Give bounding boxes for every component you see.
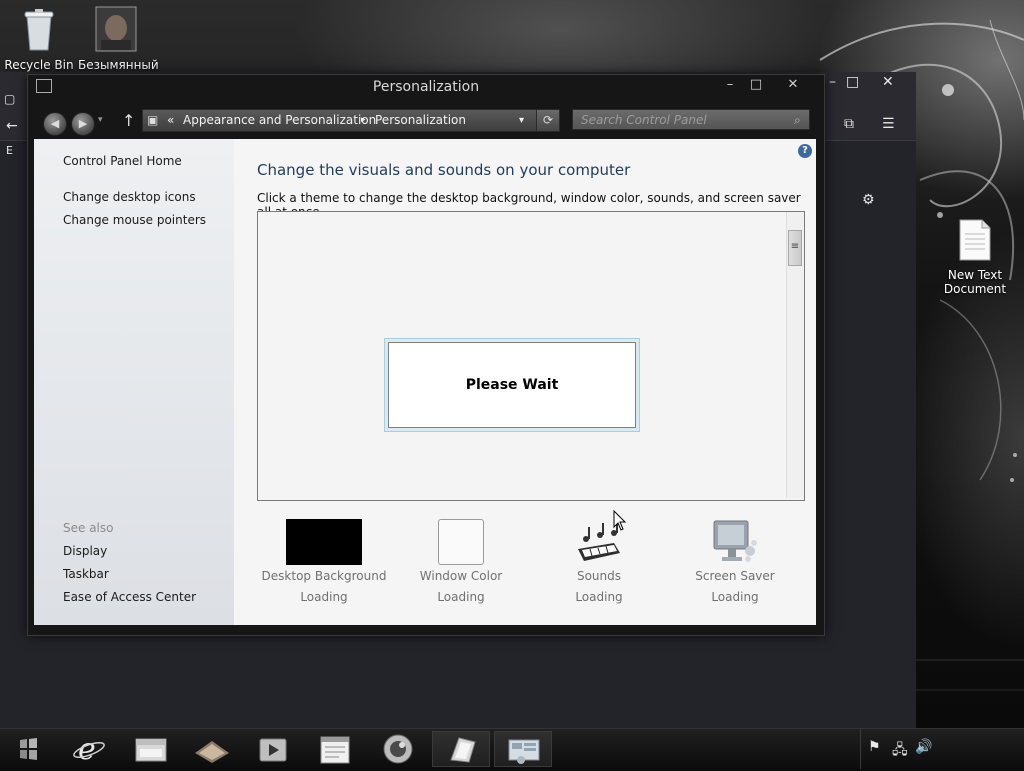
desktop-icon-recycle-bin[interactable]: Recycle Bin	[1, 6, 77, 72]
main-pane: ? Change the visuals and sounds on your …	[234, 139, 816, 625]
option-label: Desktop Background	[261, 569, 387, 583]
theme-list-scrollbar[interactable]: ≡	[786, 212, 804, 498]
taskbar: e ⚑ 🖧 🔊	[0, 728, 1024, 769]
change-desktop-icons-link[interactable]: Change desktop icons	[63, 190, 196, 204]
start-button[interactable]	[4, 731, 52, 767]
desktop-icon-label: Recycle Bin	[4, 58, 74, 72]
desktop-background-option[interactable]: Desktop Background Loading	[259, 519, 389, 604]
mouse-cursor-icon	[613, 510, 627, 531]
breadcrumb-appearance[interactable]: Appearance and Personalization	[183, 110, 376, 131]
media-center-icon	[195, 741, 229, 763]
control-panel-icon: ▣	[147, 113, 159, 127]
windows-logo-icon	[20, 738, 37, 760]
please-wait-dialog: Please Wait	[388, 342, 636, 428]
desktop-icon-label: Безымянный	[78, 58, 159, 72]
scrollbar-thumb[interactable]: ≡	[788, 230, 802, 266]
search-icon[interactable]: ⌕	[794, 113, 801, 128]
recent-pages-dropdown-icon[interactable]: ▾	[98, 115, 103, 125]
network-icon[interactable]: 🖧	[892, 739, 908, 763]
maximize-button[interactable]: □	[740, 75, 772, 97]
taskbar-control-panel[interactable]	[494, 731, 552, 767]
option-label: Sounds	[576, 569, 622, 583]
option-status: Loading	[437, 590, 485, 604]
browser-back-icon[interactable]: ←	[6, 118, 18, 134]
taskbar-paint[interactable]	[432, 731, 490, 767]
text-document-icon	[937, 218, 1013, 265]
browser-app-icon: ▢	[4, 92, 16, 106]
content-area: Control Panel Home Change desktop icons …	[34, 139, 816, 625]
desktop-icon-label: New Text Document	[943, 268, 1007, 296]
monitor-icon	[710, 519, 760, 565]
paint-icon	[450, 737, 476, 763]
browser-minimize-button[interactable]: –	[829, 74, 836, 90]
taskbar-media-center[interactable]	[183, 731, 241, 767]
option-status: Loading	[575, 590, 623, 604]
theme-list[interactable]: ≡ Please Wait	[257, 211, 805, 501]
volume-icon[interactable]: 🔊	[915, 739, 932, 755]
steam-icon	[383, 734, 413, 764]
change-mouse-pointers-link[interactable]: Change mouse pointers	[63, 213, 206, 227]
option-status: Loading	[711, 590, 759, 604]
control-panel-icon	[508, 739, 540, 764]
tray-divider	[860, 729, 861, 769]
display-link[interactable]: Display	[63, 544, 107, 558]
ease-of-access-center-link[interactable]: Ease of Access Center	[63, 590, 196, 604]
browser-maximize-button[interactable]: □	[846, 74, 859, 90]
black-swatch-icon	[286, 519, 362, 565]
option-label: Window Color	[419, 569, 503, 583]
refresh-button[interactable]: ⟳	[536, 109, 560, 132]
see-also-heading: See also	[63, 521, 114, 535]
action-center-flag-icon[interactable]: ⚑	[868, 739, 881, 755]
browser-close-button[interactable]: ✕	[882, 74, 894, 90]
settings-gear-icon[interactable]: ⚙	[862, 192, 875, 208]
address-dropdown-icon[interactable]: ▾	[519, 110, 524, 131]
file-explorer-icon	[135, 738, 167, 762]
close-button[interactable]: ✕	[776, 75, 810, 97]
notepad-icon	[320, 736, 350, 764]
personalization-window[interactable]: Personalization – □ ✕ ◀ ▶ ▾ ↑ ▣ « Appear…	[27, 74, 825, 636]
browser-page-letter: E	[6, 144, 13, 157]
taskbar-link[interactable]: Taskbar	[63, 567, 109, 581]
photo-file-icon	[78, 6, 154, 55]
recycle-bin-icon	[1, 6, 77, 55]
breadcrumb-separator-icon[interactable]: ▸	[361, 110, 366, 131]
breadcrumb-personalization[interactable]: Personalization	[375, 110, 466, 131]
address-bar[interactable]: ▣ « Appearance and Personalization ▸ Per…	[142, 109, 560, 132]
svg-text:e: e	[78, 732, 96, 767]
extensions-icon[interactable]: ⧉	[844, 116, 854, 132]
taskbar-steam[interactable]	[369, 731, 427, 767]
option-status: Loading	[300, 590, 348, 604]
taskbar-file-explorer[interactable]	[122, 731, 180, 767]
address-prefix[interactable]: «	[167, 110, 174, 131]
window-title: Personalization	[372, 79, 480, 95]
sounds-option[interactable]: Sounds Loading	[534, 519, 664, 604]
window-color-option[interactable]: Window Color Loading	[396, 519, 526, 604]
taskbar-notepad[interactable]	[306, 731, 364, 767]
desktop-icon-new-text-document[interactable]: New Text Document	[937, 218, 1013, 296]
screen-saver-option[interactable]: Screen Saver Loading	[670, 519, 800, 604]
up-arrow-icon[interactable]: ↑	[122, 111, 135, 130]
taskbar-media-player[interactable]	[244, 731, 302, 767]
taskbar-internet-explorer[interactable]: e	[60, 731, 118, 767]
forward-button[interactable]: ▶	[71, 112, 95, 136]
internet-explorer-icon: e	[73, 732, 105, 767]
back-button[interactable]: ◀	[43, 112, 67, 136]
media-player-icon	[259, 738, 287, 762]
help-icon[interactable]: ?	[798, 144, 812, 158]
desktop-icon-photo[interactable]: Безымянный	[78, 6, 159, 72]
control-panel-home-link[interactable]: Control Panel Home	[63, 154, 182, 168]
browser-menu-icon[interactable]: ☰	[882, 116, 895, 132]
color-swatch-icon	[438, 519, 484, 565]
search-input[interactable]: Search Control Panel	[572, 109, 810, 130]
address-row: ◀ ▶ ▾ ↑ ▣ « Appearance and Personalizati…	[28, 105, 824, 139]
page-title: Change the visuals and sounds on your co…	[257, 161, 631, 179]
left-task-pane: Control Panel Home Change desktop icons …	[34, 139, 234, 625]
option-label: Screen Saver	[695, 569, 775, 583]
